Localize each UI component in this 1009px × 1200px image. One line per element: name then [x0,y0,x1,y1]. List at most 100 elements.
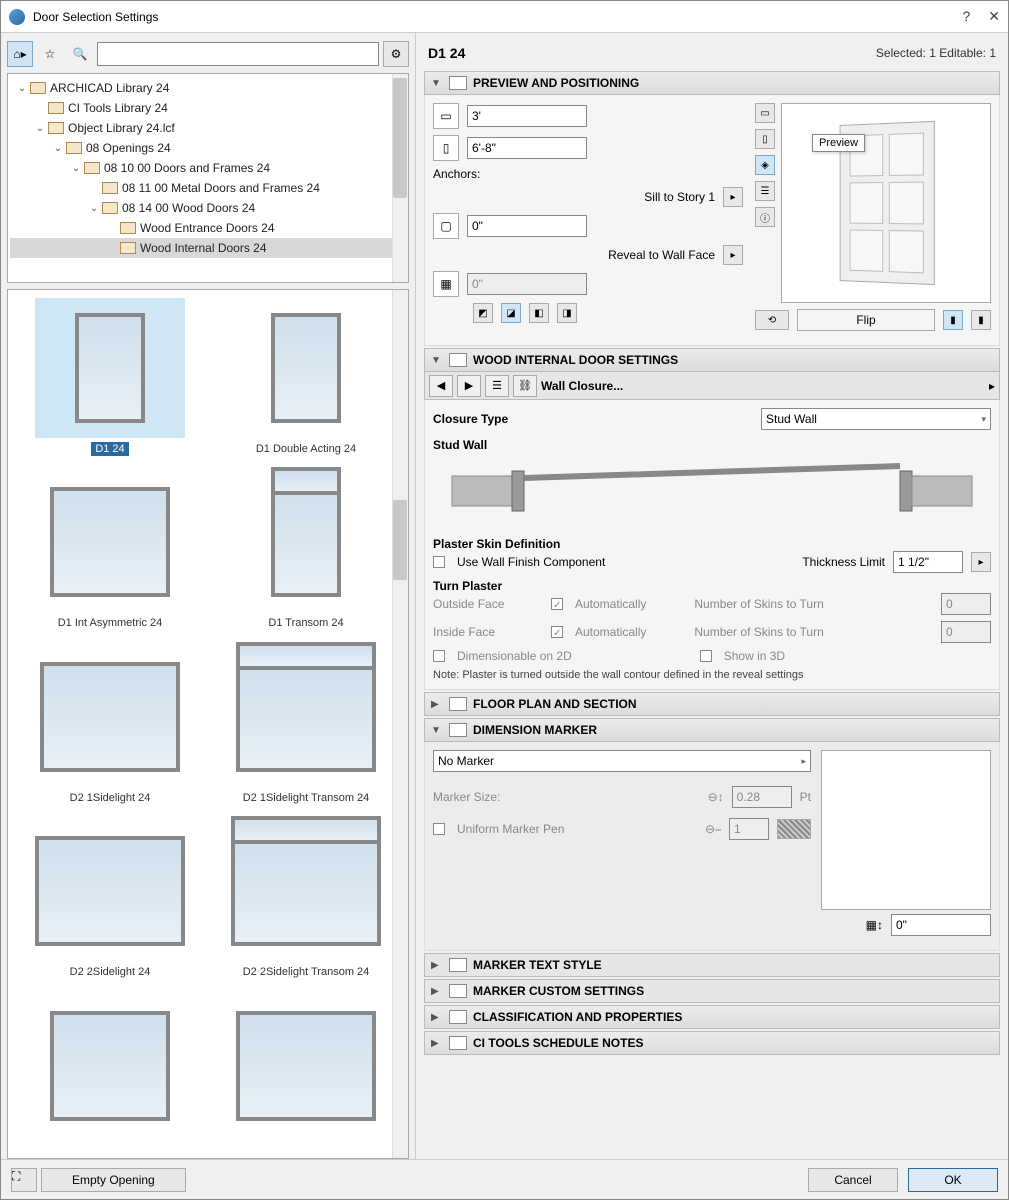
thumbnail-cell[interactable]: D2 1Sidelight Transom 24 [212,647,400,813]
thickness-limit-input[interactable] [893,551,963,573]
grid-scrollbar[interactable] [392,290,408,1158]
thumbnail-cell[interactable] [212,996,400,1150]
num-skins-label-1: Number of Skins to Turn [694,597,823,611]
settings-gear-button[interactable]: ⚙ [383,41,409,67]
turn-plaster-label: Turn Plaster [433,579,991,593]
view-3d-icon[interactable]: ◈ [755,155,775,175]
sill-label: Sill to Story 1 [644,190,715,204]
pen-swatch[interactable] [777,819,811,839]
anchor-opt-3[interactable]: ◧ [529,303,549,323]
tree-item-label: CI Tools Library 24 [68,101,168,115]
tree-item[interactable]: ⌄08 14 00 Wood Doors 24 [10,198,406,218]
sill-flyout[interactable]: ▸ [723,187,743,207]
tree-item[interactable]: Wood Internal Doors 24 [10,238,406,258]
marker-size-label: Marker Size: [433,790,500,804]
marker-custom-section-header[interactable]: ▶ Marker Custom Settings [424,979,1000,1003]
wood-section-header[interactable]: ▼ Wood Internal Door Settings [424,348,1000,372]
preview-section-header[interactable]: ▼ Preview and Positioning [424,71,1000,95]
thumbnail-cell[interactable]: D1 Double Acting 24 [212,298,400,464]
tree-item[interactable]: ⌄08 10 00 Doors and Frames 24 [10,158,406,178]
tree-view-button[interactable]: ⌂▸ [7,41,33,67]
tree-item[interactable]: ⌄Object Library 24.lcf [10,118,406,138]
marker-select[interactable]: No Marker▸ [433,750,811,772]
dimensionable-check [433,650,445,662]
wood-subnav: ◀ ▶ ☰ ⛓ Wall Closure... ▸ [424,372,1000,400]
preview-tooltip: Preview [812,134,865,152]
tree-item[interactable]: ⌄ARCHICAD Library 24 [10,78,406,98]
flip-button[interactable]: Flip [797,309,935,331]
empty-opening-icon-button[interactable]: ⛶ [11,1168,37,1192]
sill-icon: ▢ [433,213,459,239]
view-info-icon[interactable]: ⓘ [755,207,775,227]
reveal-flyout[interactable]: ▸ [723,245,743,265]
thumbnail-cell[interactable]: D1 Transom 24 [212,472,400,638]
floorplan-section-header[interactable]: ▶ Floor Plan and Section [424,692,1000,716]
tree-item[interactable]: Wood Entrance Doors 24 [10,218,406,238]
nav-list[interactable]: ☰ [485,375,509,397]
anchor-opt-2[interactable]: ◪ [501,303,521,323]
view-plan-icon[interactable]: ▭ [755,103,775,123]
thumbnail-cell[interactable] [16,996,204,1150]
library-tree[interactable]: ⌄ARCHICAD Library 24 CI Tools Library 24 ⌄… [7,73,409,283]
thumbnail-label [302,1140,310,1142]
citools-icon [449,1036,467,1050]
cancel-button[interactable]: Cancel [808,1168,898,1192]
anchor-opt-1[interactable]: ◩ [473,303,493,323]
sill-input[interactable] [467,215,587,237]
empty-opening-button[interactable]: Empty Opening [41,1168,186,1192]
anchor-opt-4[interactable]: ◨ [557,303,577,323]
width-icon: ▭ [433,103,459,129]
subnav-more[interactable]: ▸ [989,379,995,393]
marker-offset-input[interactable] [891,914,991,936]
marker-size-input [732,786,792,808]
reveal-label: Reveal to Wall Face [608,248,715,262]
search-button[interactable]: 🔍 [67,41,93,67]
tree-scrollbar[interactable] [392,74,408,282]
folder-icon [120,242,136,254]
favorites-button[interactable]: ☆ [37,41,63,67]
tree-item[interactable]: 08 11 00 Metal Doors and Frames 24 [10,178,406,198]
dimension-icon [449,723,467,737]
marker-text-icon [449,958,467,972]
citools-section-header[interactable]: ▶ CI Tools Schedule Notes [424,1031,1000,1055]
orient-2-button[interactable]: ▮ [971,310,991,330]
use-wall-finish-check[interactable] [433,556,445,568]
help-button[interactable]: ? [962,8,970,25]
view-section-icon[interactable]: ☰ [755,181,775,201]
thumbnail-cell[interactable]: D2 2Sidelight 24 [16,821,204,987]
closure-type-select[interactable]: Stud Wall▾ [761,408,991,430]
close-button[interactable]: ✕ [988,8,1000,25]
thumbnail-cell[interactable]: D2 2Sidelight Transom 24 [212,821,400,987]
thumbnail-cell[interactable]: D1 24 [16,298,204,464]
thumbnail-grid[interactable]: D1 24D1 Double Acting 24D1 Int Asymmetri… [7,289,409,1159]
window-title: Door Selection Settings [33,10,962,24]
tree-item-label: ARCHICAD Library 24 [50,81,169,95]
dimension-section-header[interactable]: ▼ Dimension Marker [424,718,1000,742]
preview-box[interactable]: Preview [781,103,991,303]
thumbnail-cell[interactable]: D1 Int Asymmetric 24 [16,472,204,638]
thumbnail-cell[interactable]: D2 1Sidelight 24 [16,647,204,813]
thickness-more[interactable]: ▸ [971,552,991,572]
width-input[interactable] [467,105,587,127]
nav-next[interactable]: ▶ [457,375,481,397]
search-input[interactable] [97,42,379,66]
inside-auto-check [551,626,563,638]
tree-item[interactable]: CI Tools Library 24 [10,98,406,118]
plaster-note: Note: Plaster is turned outside the wall… [433,669,991,681]
marker-text-section-header[interactable]: ▶ Marker Text Style [424,953,1000,977]
classification-icon [449,1010,467,1024]
view-elev-icon[interactable]: ▯ [755,129,775,149]
folder-icon [102,182,118,194]
selected-name: D1 24 [428,45,465,61]
tree-item[interactable]: ⌄08 Openings 24 [10,138,406,158]
nav-prev[interactable]: ◀ [429,375,453,397]
height-input[interactable] [467,137,587,159]
classification-section-header[interactable]: ▶ Classification and Properties [424,1005,1000,1029]
rotate-button[interactable]: ⟲ [755,310,789,330]
folder-icon [48,122,64,134]
ok-button[interactable]: OK [908,1168,998,1192]
marker-custom-icon [449,984,467,998]
thumbnail-label: D1 Transom 24 [264,616,347,630]
orient-1-button[interactable]: ▮ [943,310,963,330]
nav-wall-closure-icon[interactable]: ⛓ [513,375,537,397]
